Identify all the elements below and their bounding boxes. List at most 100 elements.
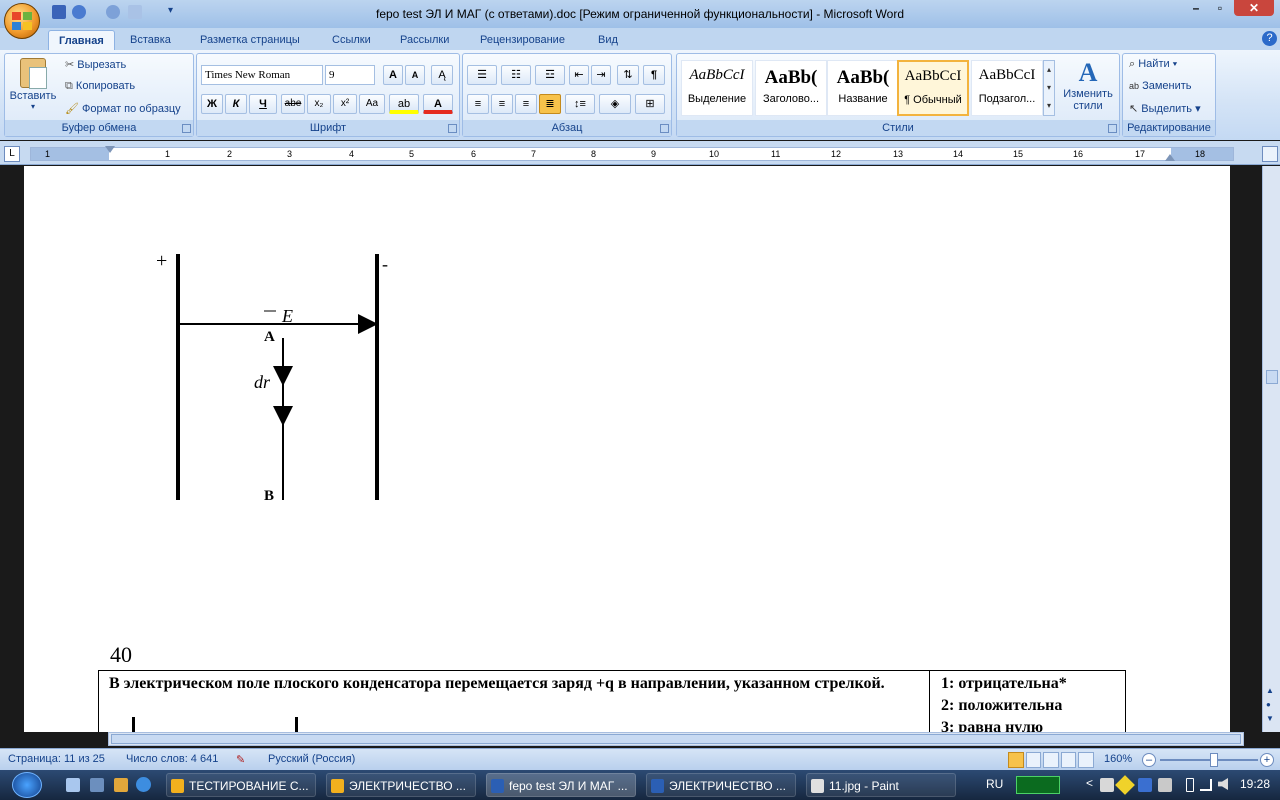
outline-icon[interactable] xyxy=(1060,752,1077,768)
subscript-button[interactable]: x₂ xyxy=(307,94,331,114)
style-emphasis[interactable]: AaBbCcI Выделение xyxy=(681,60,753,116)
zoom-slider-thumb[interactable] xyxy=(1210,753,1218,767)
tray-icon[interactable] xyxy=(1100,778,1114,792)
strikethrough-button[interactable]: abe xyxy=(281,94,305,114)
find-button[interactable]: ⌕ Найти ▾ xyxy=(1129,58,1177,71)
input-language[interactable]: RU xyxy=(986,777,1003,791)
highlight-icon[interactable]: ab xyxy=(389,94,419,114)
clipboard-launcher-icon[interactable] xyxy=(182,124,191,133)
style-title[interactable]: AaBb( Название xyxy=(827,60,899,116)
show-marks-icon[interactable]: ¶ xyxy=(643,65,665,85)
zoom-in-icon[interactable]: + xyxy=(1260,753,1274,767)
tab-mailings[interactable]: Рассылки xyxy=(390,30,459,50)
copy-button[interactable]: ⧉ Копировать xyxy=(65,80,135,93)
browse-object-icon[interactable]: ● xyxy=(1266,700,1271,709)
align-right-icon[interactable]: ≡ xyxy=(515,94,537,114)
change-styles-button[interactable]: A Изменить стили xyxy=(1059,58,1117,112)
web-layout-icon[interactable] xyxy=(1043,752,1059,768)
start-button[interactable] xyxy=(12,772,42,798)
minimize-button[interactable]: – xyxy=(1184,0,1208,16)
borders-icon[interactable]: ⊞ xyxy=(635,94,665,114)
bullets-icon[interactable]: ☰ xyxy=(467,65,497,85)
tab-view[interactable]: Вид xyxy=(588,30,628,50)
next-page-icon[interactable]: ▼ xyxy=(1266,714,1274,723)
line-spacing-icon[interactable]: ↕≡ xyxy=(565,94,595,114)
shrink-font-button[interactable]: A xyxy=(405,65,425,85)
align-left-icon[interactable]: ≡ xyxy=(467,94,489,114)
paragraph-launcher-icon[interactable] xyxy=(660,124,669,133)
change-case-button[interactable]: Aa xyxy=(359,94,385,114)
taskbar-item[interactable]: ЭЛЕКТРИЧЕСТВО ... xyxy=(326,773,476,797)
word-count[interactable]: Число слов: 4 641 xyxy=(126,753,218,765)
bold-button[interactable]: Ж xyxy=(201,94,223,114)
taskbar-item[interactable]: ЭЛЕКТРИЧЕСТВО ... xyxy=(646,773,796,797)
battery-icon[interactable] xyxy=(1186,778,1194,792)
multilevel-list-icon[interactable]: ☲ xyxy=(535,65,565,85)
zoom-slider[interactable] xyxy=(1160,759,1258,761)
style-normal[interactable]: AaBbCcI ¶ Обычный xyxy=(897,60,969,116)
tab-references[interactable]: Ссылки xyxy=(322,30,381,50)
font-name-field[interactable]: Times New Roman xyxy=(201,65,323,85)
tab-page-layout[interactable]: Разметка страницы xyxy=(190,30,310,50)
numbering-icon[interactable]: ☷ xyxy=(501,65,531,85)
view-ruler-icon[interactable] xyxy=(1262,146,1278,162)
help-icon[interactable]: ? xyxy=(1262,31,1277,46)
taskbar-item[interactable]: ТЕСТИРОВАНИЕ С... xyxy=(166,773,316,797)
browser-icon[interactable] xyxy=(136,777,151,792)
justify-icon[interactable]: ≣ xyxy=(539,94,561,114)
tray-expand-icon[interactable]: < xyxy=(1086,776,1093,790)
zoom-out-icon[interactable]: – xyxy=(1142,753,1156,767)
shading-icon[interactable]: ◈ xyxy=(599,94,631,114)
clock[interactable]: 19:28 xyxy=(1240,777,1270,791)
h-scroll-thumb[interactable] xyxy=(111,734,1241,744)
underline-button[interactable]: Ч xyxy=(249,94,277,114)
volume-icon[interactable] xyxy=(1218,778,1228,790)
tab-selector-icon[interactable]: L xyxy=(4,146,20,162)
explorer-icon[interactable] xyxy=(114,778,128,792)
right-indent-marker[interactable] xyxy=(1165,154,1175,161)
draft-icon[interactable] xyxy=(1078,752,1094,768)
switch-windows-icon[interactable] xyxy=(90,778,104,792)
taskbar-item-active[interactable]: fepo test ЭЛ И МАГ ... xyxy=(486,773,636,797)
tray-app-icon[interactable] xyxy=(1016,776,1060,794)
select-button[interactable]: ↖ Выделить ▾ xyxy=(1129,102,1201,115)
tab-review[interactable]: Рецензирование xyxy=(470,30,575,50)
styles-scroll-icon[interactable]: ▴ ▾ ▾ xyxy=(1043,60,1055,116)
cut-button[interactable]: ✂ Вырезать xyxy=(65,58,126,71)
grow-font-button[interactable]: A xyxy=(383,65,403,85)
first-indent-marker[interactable] xyxy=(105,146,115,153)
font-color-icon[interactable]: A xyxy=(423,94,453,114)
font-size-field[interactable]: 9 xyxy=(325,65,375,85)
superscript-button[interactable]: x² xyxy=(333,94,357,114)
format-painter-button[interactable]: 🖌 Формат по образцу xyxy=(65,102,181,115)
sort-icon[interactable]: ⇅ xyxy=(617,65,639,85)
network-icon[interactable] xyxy=(1138,778,1152,792)
zoom-level[interactable]: 160% xyxy=(1104,753,1132,765)
prev-page-icon[interactable]: ▲ xyxy=(1266,686,1274,695)
italic-button[interactable]: К xyxy=(225,94,247,114)
align-center-icon[interactable]: ≡ xyxy=(491,94,513,114)
full-screen-icon[interactable] xyxy=(1025,752,1042,768)
decrease-indent-icon[interactable]: ⇤ xyxy=(569,65,589,85)
styles-launcher-icon[interactable] xyxy=(1108,124,1117,133)
warning-icon[interactable] xyxy=(1115,775,1135,795)
taskbar-item[interactable]: 11.jpg - Paint xyxy=(806,773,956,797)
increase-indent-icon[interactable]: ⇥ xyxy=(591,65,611,85)
style-subtitle[interactable]: AaBbCcI Подзагол... xyxy=(971,60,1043,116)
style-heading[interactable]: AaBb( Заголово... xyxy=(755,60,827,116)
horizontal-ruler[interactable]: L 1 1 2 3 4 5 6 7 8 9 10 11 12 13 14 15 … xyxy=(0,141,1280,165)
scroll-thumb[interactable] xyxy=(1266,370,1278,384)
document-page[interactable]: + - E A dr B 40 В электрическом поле пло… xyxy=(24,166,1230,732)
language-indicator[interactable]: Русский (Россия) xyxy=(268,753,355,765)
horizontal-scrollbar[interactable] xyxy=(108,732,1244,746)
vertical-scrollbar[interactable]: ▲ ● ▼ xyxy=(1262,166,1280,732)
close-button[interactable]: ✕ xyxy=(1234,0,1274,16)
maximize-button[interactable]: ▫ xyxy=(1208,0,1232,16)
proofing-icon[interactable]: ✎ xyxy=(236,753,245,766)
show-desktop-icon[interactable] xyxy=(66,778,80,792)
signal-icon[interactable] xyxy=(1200,779,1212,791)
tray-icon[interactable] xyxy=(1158,778,1172,792)
replace-button[interactable]: ab Заменить xyxy=(1129,80,1192,92)
page-counter[interactable]: Страница: 11 из 25 xyxy=(8,753,105,765)
font-launcher-icon[interactable] xyxy=(448,124,457,133)
